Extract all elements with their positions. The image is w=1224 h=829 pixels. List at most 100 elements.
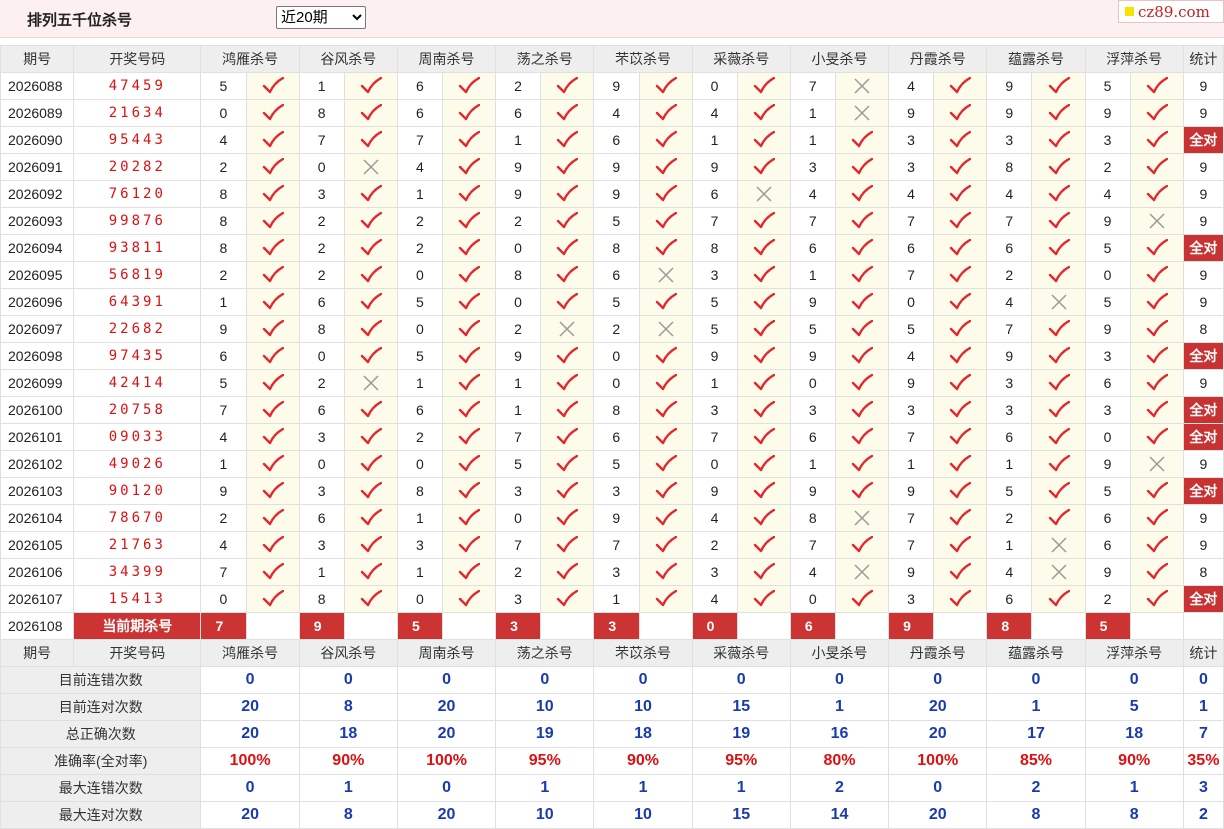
kill-number-cell: 1 bbox=[495, 369, 542, 397]
check-icon bbox=[950, 131, 972, 148]
check-icon bbox=[1048, 185, 1070, 202]
result-mark-cell bbox=[442, 423, 497, 451]
check-icon bbox=[458, 320, 481, 337]
kill-number-cell: 3 bbox=[888, 585, 935, 613]
kill-number-cell: 1 bbox=[200, 450, 247, 478]
kill-number-cell: 6 bbox=[789, 423, 836, 451]
table-row: 2026101 09033 4 3 2 7 6 7 6 7 6 0 全对 bbox=[0, 423, 1224, 451]
result-mark-cell bbox=[834, 288, 890, 316]
stats-value: 85% bbox=[986, 747, 1086, 775]
check-icon bbox=[655, 509, 677, 526]
stat-cell: 全对 bbox=[1182, 126, 1224, 154]
kill-number-cell: 7 bbox=[495, 423, 542, 451]
stats-value: 20 bbox=[200, 801, 300, 829]
kill-number-cell: 3 bbox=[495, 477, 542, 505]
result-mark-cell bbox=[736, 477, 791, 505]
kill-number-cell: 4 bbox=[789, 558, 836, 586]
kill-number-cell: 9 bbox=[200, 477, 247, 505]
check-icon bbox=[262, 374, 284, 391]
winning-number-cell: 90120 bbox=[73, 477, 202, 505]
check-icon bbox=[1146, 266, 1168, 283]
result-mark-cell bbox=[1031, 423, 1086, 451]
table-row: 2026089 21634 0 8 6 6 4 4 1 9 9 9 9 bbox=[0, 99, 1224, 127]
kill-number-cell: 0 bbox=[200, 99, 247, 127]
stats-value: 1 bbox=[789, 693, 890, 721]
column-header: 鸿雁杀号 bbox=[200, 45, 300, 73]
check-icon bbox=[950, 320, 972, 337]
check-icon bbox=[851, 428, 874, 445]
check-icon bbox=[655, 239, 677, 256]
issue-cell: 2026092 bbox=[0, 180, 75, 208]
result-mark-cell bbox=[540, 72, 595, 100]
result-mark-cell bbox=[736, 261, 791, 289]
column-header: 开奖号码 bbox=[73, 45, 202, 73]
kill-number-cell: 3 bbox=[986, 126, 1033, 154]
stats-value: 1 bbox=[1084, 774, 1184, 802]
kill-number-cell: 2 bbox=[495, 72, 542, 100]
check-icon bbox=[360, 131, 382, 148]
column-header: 统计 bbox=[1182, 45, 1224, 73]
check-icon bbox=[557, 428, 579, 445]
result-mark-cell bbox=[1129, 180, 1184, 208]
result-mark-cell bbox=[245, 558, 300, 586]
kill-number-cell: 0 bbox=[789, 585, 836, 613]
result-mark-cell bbox=[442, 72, 497, 100]
result-mark-cell bbox=[638, 450, 693, 478]
check-icon bbox=[1146, 509, 1168, 526]
winning-number-cell: 09033 bbox=[73, 423, 202, 451]
result-mark-cell bbox=[834, 261, 890, 289]
check-icon bbox=[1146, 374, 1168, 391]
check-icon bbox=[1048, 509, 1070, 526]
kill-number-cell: 4 bbox=[888, 72, 935, 100]
kill-number-cell: 7 bbox=[200, 558, 247, 586]
result-mark-cell bbox=[442, 234, 497, 262]
result-mark-cell bbox=[442, 99, 497, 127]
stats-value: 90% bbox=[593, 747, 693, 775]
check-icon bbox=[262, 212, 284, 229]
stats-value: 15 bbox=[691, 801, 791, 829]
kill-number-cell: 7 bbox=[298, 126, 345, 154]
stats-value: 10 bbox=[593, 801, 693, 829]
check-icon bbox=[557, 401, 579, 418]
kill-number-cell: 7 bbox=[888, 423, 935, 451]
kill-number-cell: 4 bbox=[396, 153, 444, 181]
check-icon bbox=[655, 185, 677, 202]
kill-number-cell: 9 bbox=[593, 504, 640, 532]
site-badge[interactable]: cz89.com bbox=[1118, 0, 1224, 23]
stats-value: 0 bbox=[789, 666, 890, 694]
check-icon bbox=[851, 185, 874, 202]
check-icon bbox=[1048, 374, 1070, 391]
check-icon bbox=[557, 185, 579, 202]
result-mark-cell bbox=[933, 315, 988, 343]
stats-value: 7 bbox=[1182, 720, 1224, 748]
check-icon bbox=[851, 401, 874, 418]
result-mark-cell bbox=[245, 504, 300, 532]
stats-value: 20 bbox=[396, 693, 497, 721]
stats-label: 总正确次数 bbox=[0, 720, 202, 748]
winning-number-cell: 42414 bbox=[73, 369, 202, 397]
period-select[interactable]: 近20期 bbox=[276, 6, 366, 29]
result-mark-cell bbox=[245, 423, 300, 451]
result-mark-cell bbox=[1129, 126, 1184, 154]
result-mark-cell bbox=[540, 261, 595, 289]
stat-cell: 全对 bbox=[1182, 423, 1224, 451]
kill-number-cell: 7 bbox=[495, 531, 542, 559]
check-icon bbox=[851, 293, 874, 310]
kill-number-cell: 3 bbox=[593, 558, 640, 586]
kill-number-cell: 7 bbox=[789, 72, 836, 100]
kill-number-cell: 2 bbox=[495, 315, 542, 343]
cross-icon bbox=[854, 510, 870, 526]
kill-number-cell: 6 bbox=[298, 396, 345, 424]
result-mark-cell bbox=[1129, 207, 1184, 235]
check-icon bbox=[950, 455, 972, 472]
column-header: 丹霞杀号 bbox=[888, 45, 988, 73]
result-mark-cell bbox=[933, 288, 988, 316]
kill-number-cell: 2 bbox=[1084, 585, 1131, 613]
result-mark-cell bbox=[933, 369, 988, 397]
result-mark-cell bbox=[343, 342, 398, 370]
kill-number-cell: 1 bbox=[789, 99, 836, 127]
result-mark-cell bbox=[540, 423, 595, 451]
kill-number-cell: 4 bbox=[986, 180, 1033, 208]
stat-cell: 9 bbox=[1182, 531, 1224, 559]
stats-value: 5 bbox=[1084, 693, 1184, 721]
